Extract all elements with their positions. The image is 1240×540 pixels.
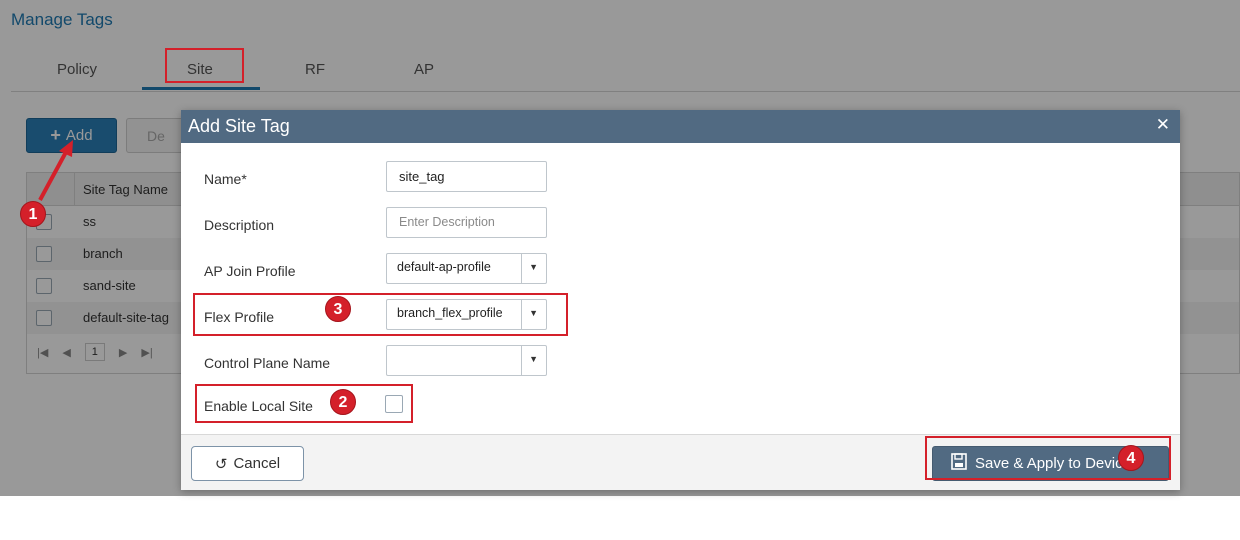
- step-badge-4: 4: [1118, 445, 1144, 471]
- step-badge-1: 1: [20, 201, 46, 227]
- step-badge-3: 3: [325, 296, 351, 322]
- page: Manage Tags Policy Site RF AP + Add De S…: [0, 0, 1240, 540]
- annotation-arrow: [38, 140, 73, 201]
- step-badge-2: 2: [330, 389, 356, 415]
